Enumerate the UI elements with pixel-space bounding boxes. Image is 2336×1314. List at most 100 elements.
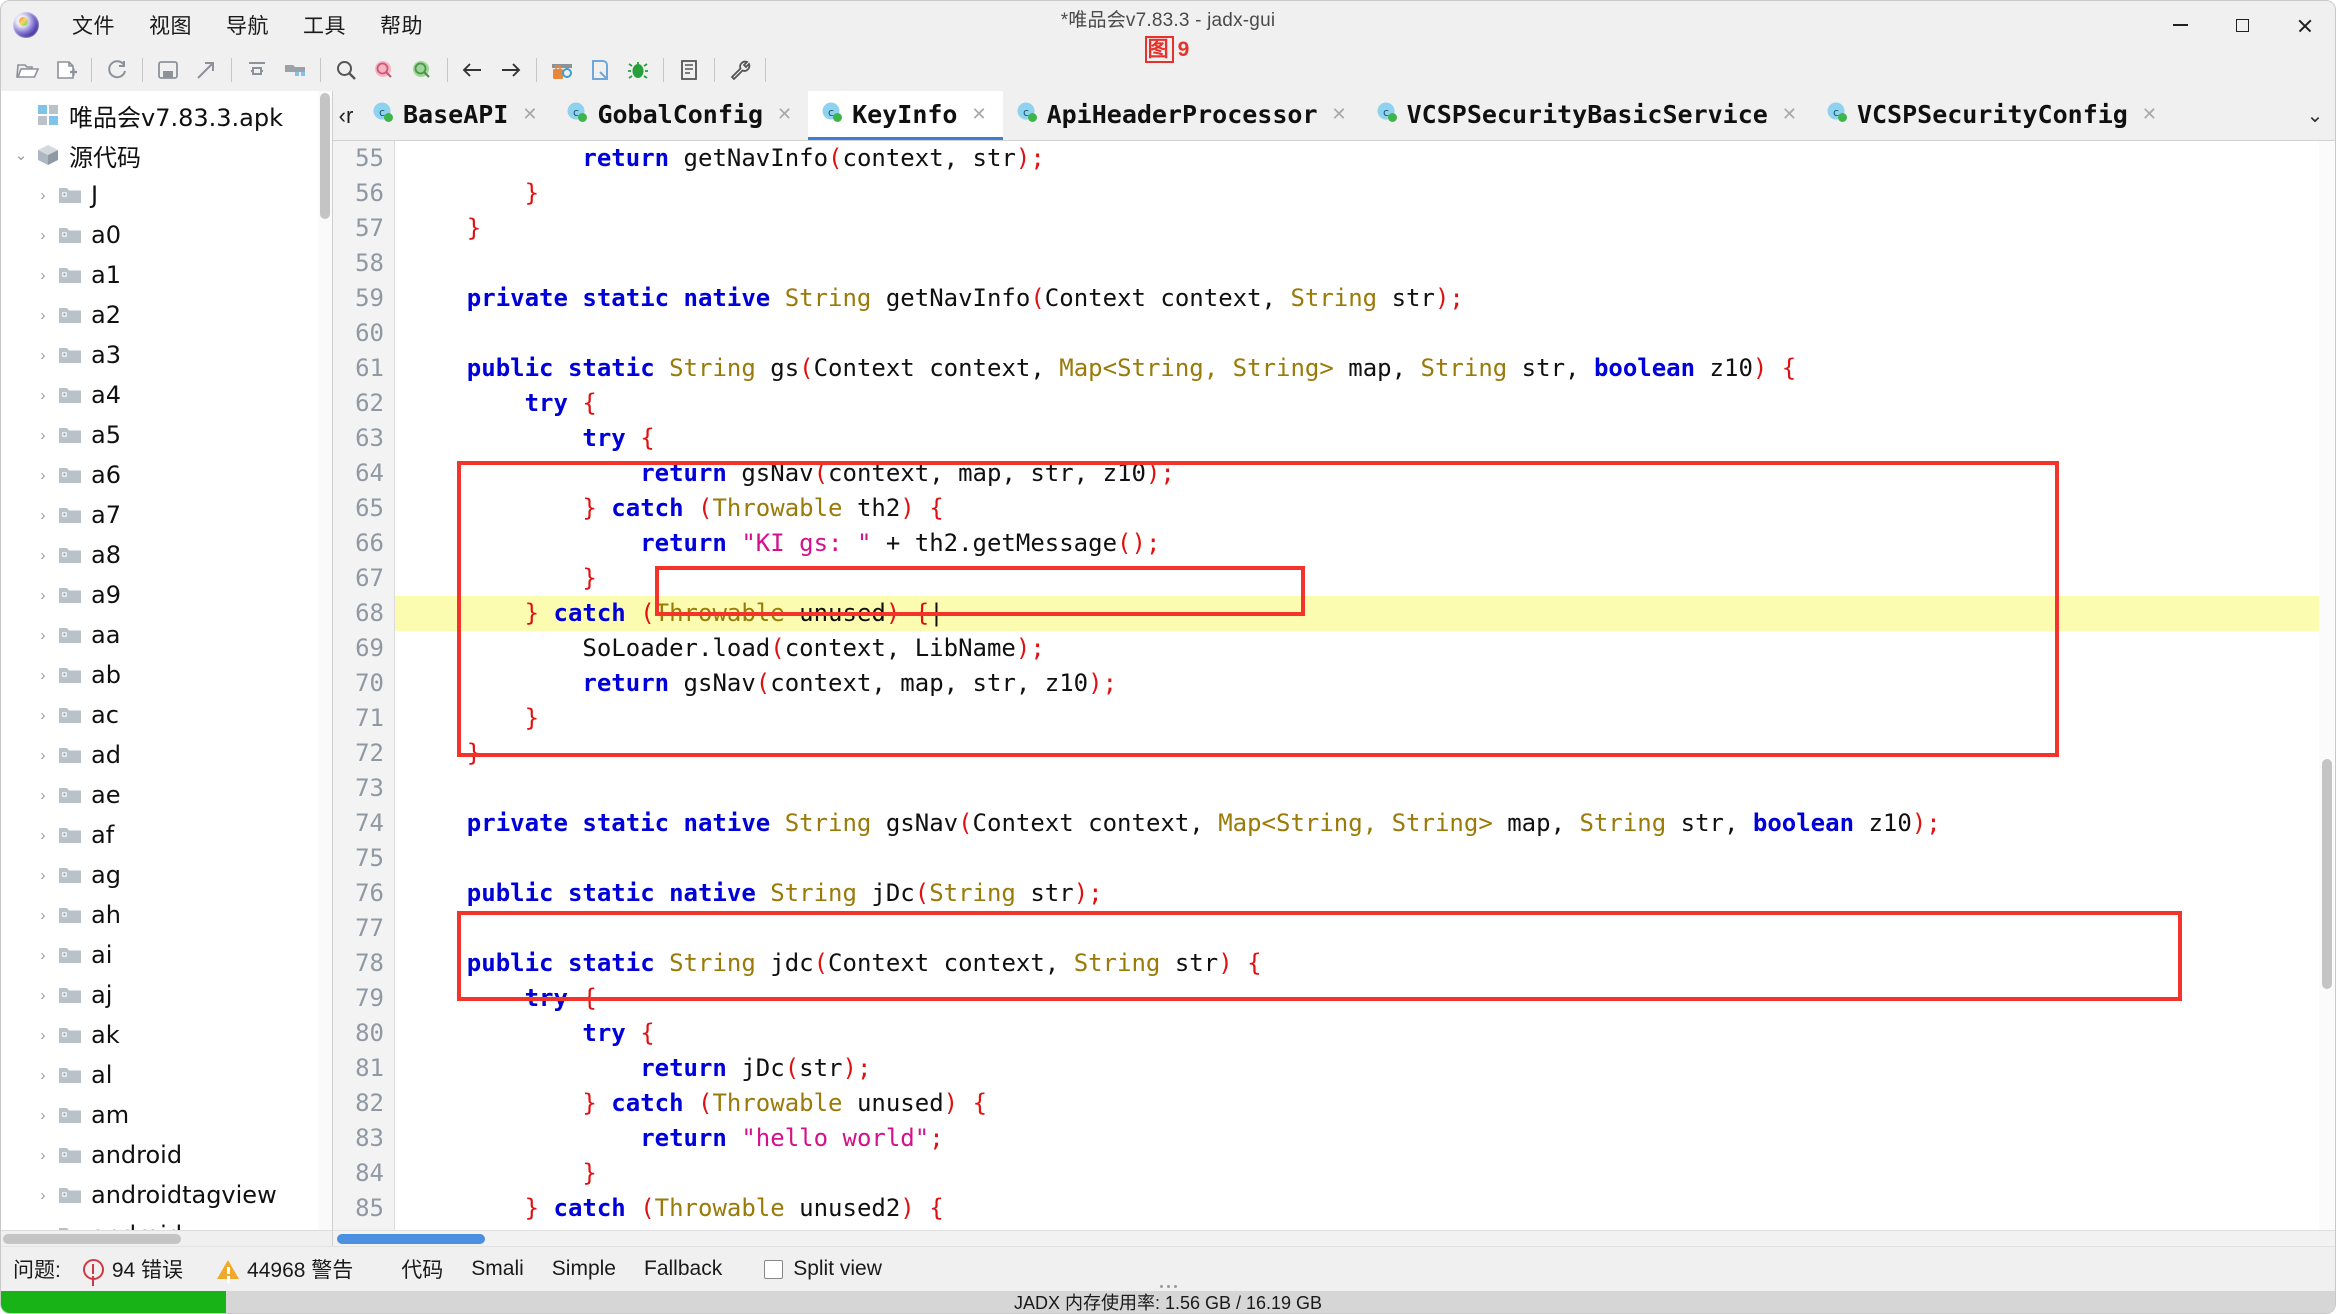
tree-node-aa[interactable]: › aa	[1, 615, 332, 655]
chevron-right-icon[interactable]: ›	[31, 1147, 55, 1164]
split-view-toggle[interactable]: Split view	[764, 1257, 882, 1281]
chevron-right-icon[interactable]: ›	[31, 667, 55, 684]
chevron-right-icon[interactable]: ›	[31, 587, 55, 604]
code-line[interactable]: try {	[395, 981, 2335, 1016]
code-scroll-container[interactable]: return getNavInfo(context, str); } } pri…	[395, 141, 2335, 1230]
search-button[interactable]	[327, 53, 365, 87]
code-line[interactable]: }	[395, 176, 2335, 211]
chevron-right-icon[interactable]: ›	[31, 1067, 55, 1084]
editor-tab-vcspsecurityconfig[interactable]: c VCSPSecurityConfig ✕	[1813, 91, 2173, 140]
code-line[interactable]: return getNavInfo(context, str);	[395, 141, 2335, 176]
code-line[interactable]: return gsNav(context, map, str, z10);	[395, 666, 2335, 701]
editor-tab-keyinfo[interactable]: c KeyInfo ✕	[808, 91, 1003, 140]
tree-node-ac[interactable]: › ac	[1, 695, 332, 735]
code-line[interactable]: SoLoader.load(context, LibName);	[395, 631, 2335, 666]
sidebar-vertical-scroll-thumb[interactable]	[320, 93, 330, 219]
chevron-down-icon[interactable]: ⌄	[9, 146, 33, 164]
tree-node-am[interactable]: › am	[1, 1095, 332, 1135]
code-line[interactable]: }	[395, 701, 2335, 736]
editor-tab-vcspsecuritybasicservice[interactable]: c VCSPSecurityBasicService ✕	[1363, 91, 1813, 140]
chevron-right-icon[interactable]: ›	[31, 227, 55, 244]
menu-help[interactable]: 帮助	[363, 6, 440, 44]
chevron-right-icon[interactable]: ›	[31, 627, 55, 644]
tree-node-ai[interactable]: › ai	[1, 935, 332, 975]
chevron-right-icon[interactable]: ›	[31, 867, 55, 884]
tree-node-aj[interactable]: › aj	[1, 975, 332, 1015]
tree-node-J[interactable]: › J	[1, 175, 332, 215]
editor-horizontal-scroll-thumb[interactable]	[337, 1234, 485, 1244]
export-button[interactable]	[187, 53, 225, 87]
editor-tab-close-icon[interactable]: ✕	[965, 104, 992, 125]
chevron-right-icon[interactable]: ›	[31, 267, 55, 284]
code-line[interactable]: }	[395, 736, 2335, 771]
sync-button[interactable]	[238, 53, 276, 87]
save-button[interactable]	[149, 53, 187, 87]
tree-node-af[interactable]: › af	[1, 815, 332, 855]
editor-tab-close-icon[interactable]: ✕	[771, 104, 798, 125]
code-line[interactable]: }	[395, 561, 2335, 596]
code-line[interactable]: public static String gs(Context context,…	[395, 351, 2335, 386]
view-tab-smali[interactable]: Smali	[457, 1253, 538, 1285]
split-view-checkbox[interactable]	[764, 1259, 784, 1279]
code-line[interactable]: try {	[395, 1016, 2335, 1051]
reload-button[interactable]	[98, 53, 136, 87]
tree-node-a2[interactable]: › a2	[1, 295, 332, 335]
search-method-button[interactable]	[403, 53, 441, 87]
tree-node-apk[interactable]: 唯品会v7.83.3.apk	[1, 95, 332, 135]
tree-node-ab[interactable]: › ab	[1, 655, 332, 695]
tree-node-a8[interactable]: › a8	[1, 535, 332, 575]
code-line[interactable]: return gsNav(context, map, str, z10);	[395, 456, 2335, 491]
chevron-right-icon[interactable]: ›	[31, 987, 55, 1004]
tree-node-ah[interactable]: › ah	[1, 895, 332, 935]
project-tree[interactable]: 唯品会v7.83.3.apk ⌄ 源代码 › J › a0 › a1 › a2 › a3 › a4 › a5 › a…	[1, 91, 332, 1230]
chevron-right-icon[interactable]: ›	[31, 747, 55, 764]
code-line[interactable]: } catch (Throwable th2) {	[395, 491, 2335, 526]
code-line[interactable]: private static native String gsNav(Conte…	[395, 806, 2335, 841]
tree-node-a5[interactable]: › a5	[1, 415, 332, 455]
chevron-right-icon[interactable]: ›	[31, 1187, 55, 1204]
sidebar-horizontal-scroll-thumb[interactable]	[3, 1234, 181, 1244]
logs-button[interactable]	[670, 53, 708, 87]
chevron-right-icon[interactable]: ›	[31, 507, 55, 524]
chevron-right-icon[interactable]: ›	[31, 187, 55, 204]
sidebar-horizontal-scrollbar[interactable]	[1, 1230, 332, 1246]
search-class-button[interactable]	[365, 53, 403, 87]
code-line[interactable]: try {	[395, 386, 2335, 421]
code-line[interactable]: } catch (Throwable unused2) {	[395, 1191, 2335, 1226]
preferences-button[interactable]	[721, 53, 759, 87]
open-folder-button[interactable]	[9, 53, 47, 87]
chevron-right-icon[interactable]: ›	[31, 307, 55, 324]
code-line[interactable]: return "hello world";	[395, 1121, 2335, 1156]
errors-indicator[interactable]: 94 错误	[82, 1254, 183, 1284]
tree-node-source-code[interactable]: ⌄ 源代码	[1, 135, 332, 175]
editor-tab-close-icon[interactable]: ✕	[1776, 104, 1803, 125]
chevron-right-icon[interactable]: ›	[31, 387, 55, 404]
editor-tab-baseapi[interactable]: c BaseAPI ✕	[359, 91, 553, 140]
editor-horizontal-scrollbar[interactable]	[333, 1230, 2335, 1246]
chevron-right-icon[interactable]: ›	[31, 1027, 55, 1044]
forward-button[interactable]	[492, 53, 530, 87]
maximize-button[interactable]	[2211, 1, 2273, 49]
back-button[interactable]	[454, 53, 492, 87]
tree-node-al[interactable]: › al	[1, 1055, 332, 1095]
tree-node-ag[interactable]: › ag	[1, 855, 332, 895]
debugger-button[interactable]	[619, 53, 657, 87]
code-line[interactable]: return "KI gs: " + th2.getMessage();	[395, 526, 2335, 561]
code-line[interactable]	[395, 246, 2335, 281]
tree-node-a1[interactable]: › a1	[1, 255, 332, 295]
code-line[interactable]: } catch (Throwable unused) {	[395, 1086, 2335, 1121]
chevron-right-icon[interactable]: ›	[31, 787, 55, 804]
editor-tab-close-icon[interactable]: ✕	[516, 104, 543, 125]
editor-vertical-scrollbar[interactable]	[2319, 141, 2335, 1230]
tree-node-ae[interactable]: › ae	[1, 775, 332, 815]
tree-node-a7[interactable]: › a7	[1, 495, 332, 535]
editor-tab-gobalconfig[interactable]: c GobalConfig ✕	[553, 91, 808, 140]
view-tab-code[interactable]: 代码	[387, 1250, 457, 1288]
tree-node-androidx[interactable]: ›androidx	[1, 1215, 332, 1230]
tree-node-ad[interactable]: › ad	[1, 735, 332, 775]
add-files-button[interactable]	[47, 53, 85, 87]
quark-button[interactable]	[581, 53, 619, 87]
editor-vertical-scroll-thumb[interactable]	[2322, 759, 2332, 989]
tree-node-ak[interactable]: › ak	[1, 1015, 332, 1055]
menu-tools[interactable]: 工具	[286, 6, 363, 44]
